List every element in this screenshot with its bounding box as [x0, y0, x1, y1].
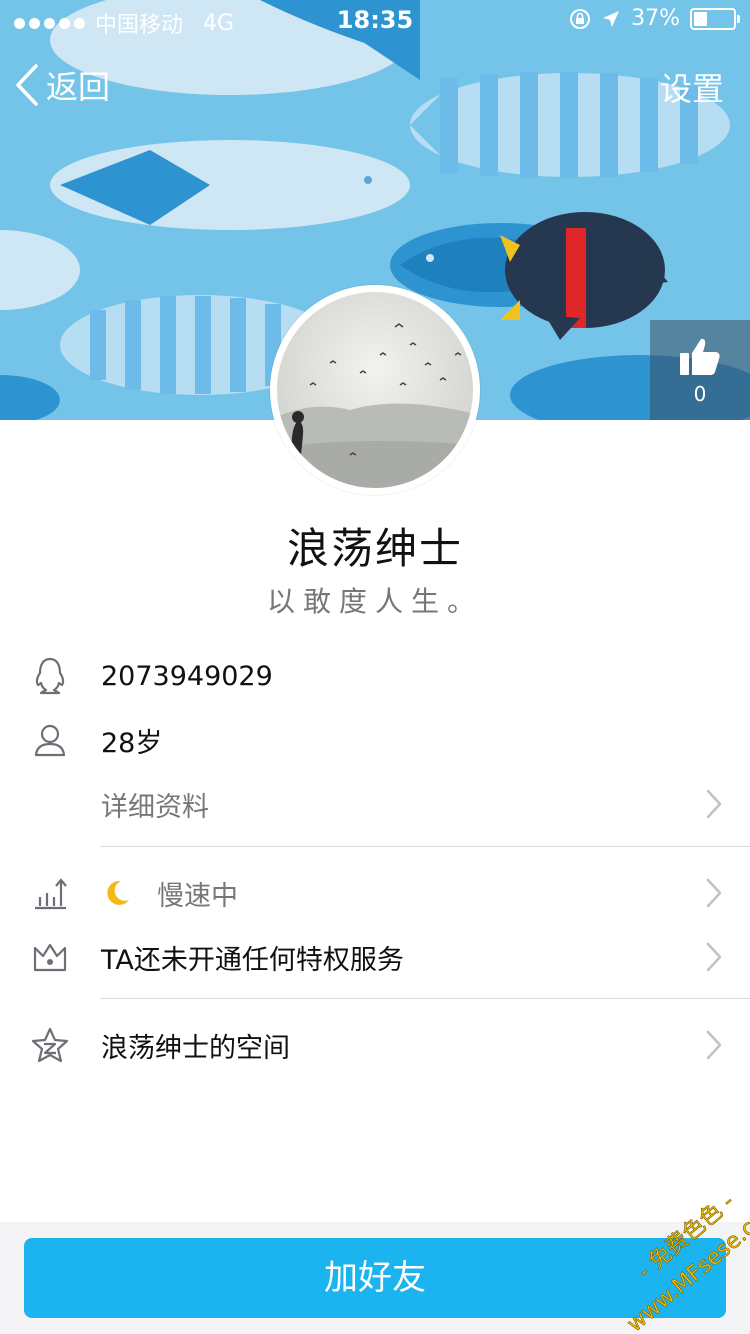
qq-number: 2073949029	[101, 660, 273, 692]
signature: 以敢度人生。	[266, 585, 483, 618]
chevron-right-icon	[706, 789, 722, 819]
level-status: 慢速中	[157, 880, 238, 912]
details-label: 详细资料	[101, 791, 209, 823]
settings-button[interactable]: 设置	[660, 64, 724, 110]
status-right: 37%	[569, 6, 740, 31]
chevron-right-icon	[706, 942, 722, 972]
star-space-icon	[28, 1023, 72, 1067]
avatar[interactable]	[270, 285, 480, 495]
nickname: 浪荡绅士	[286, 524, 463, 573]
avatar-photo	[271, 286, 479, 494]
person-icon	[28, 718, 72, 762]
qzone-label: 浪荡绅士的空间	[101, 1032, 290, 1064]
qq-penguin-icon	[28, 654, 72, 698]
rotation-lock-icon	[570, 8, 591, 29]
chevron-right-icon	[706, 878, 722, 908]
location-arrow-icon	[603, 10, 620, 27]
like-count: 0	[693, 382, 707, 406]
status-bar: 中国移动 4G 18:35 37%	[0, 0, 750, 40]
crown-icon	[28, 935, 72, 979]
privilege-text: TA还未开通任何特权服务	[101, 944, 404, 976]
qq-number-row: 2073949029	[0, 644, 750, 708]
level-chart-icon	[28, 871, 72, 915]
divider	[100, 998, 750, 999]
like-button[interactable]: 0	[650, 320, 750, 420]
age-value: 28岁	[101, 727, 163, 759]
divider	[100, 846, 750, 847]
privilege-row[interactable]: TA还未开通任何特权服务	[0, 925, 750, 989]
age-row: 28岁	[0, 708, 750, 772]
battery-percent: 37%	[631, 6, 680, 31]
battery-icon	[690, 7, 740, 30]
chevron-left-icon	[16, 64, 38, 106]
qzone-row[interactable]: 浪荡绅士的空间	[0, 1013, 750, 1077]
level-row[interactable]: 慢速中	[0, 861, 750, 925]
battery-level	[694, 11, 707, 26]
back-label: 返回	[46, 68, 111, 106]
add-friend-button[interactable]: 加好友	[24, 1238, 726, 1318]
thumbs-up-icon	[680, 338, 720, 375]
chevron-right-icon	[706, 1030, 722, 1060]
back-button[interactable]: 返回	[14, 62, 110, 108]
moon-icon	[107, 880, 129, 905]
details-row[interactable]: 详细资料	[0, 772, 750, 836]
